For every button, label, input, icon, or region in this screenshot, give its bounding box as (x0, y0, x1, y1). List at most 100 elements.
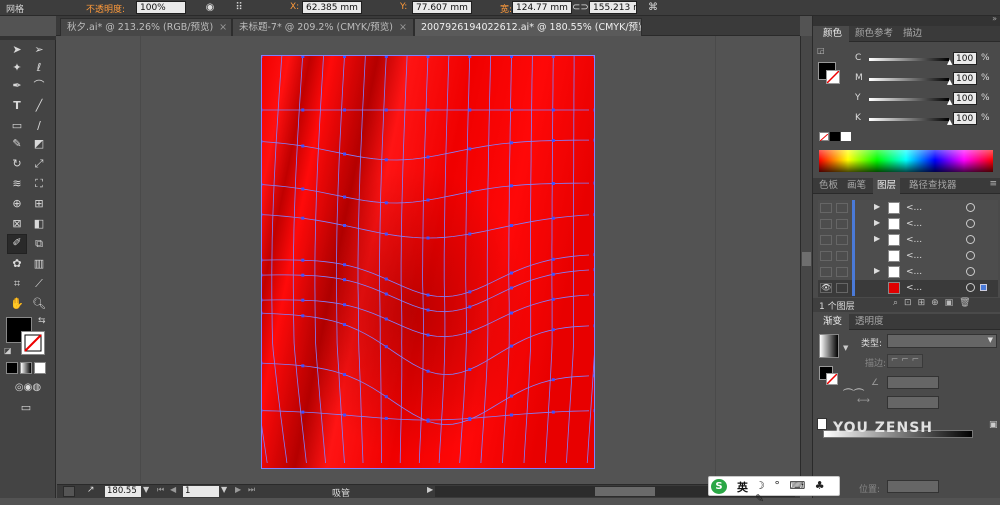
ime-tools-icon[interactable]: ☽ ° ⌨ ♣ ✎ (755, 479, 839, 505)
mesh-point[interactable] (510, 271, 513, 275)
target-icon[interactable] (966, 283, 975, 292)
mesh-point[interactable] (384, 158, 388, 162)
mesh-point[interactable] (301, 258, 305, 262)
mesh-point[interactable] (384, 232, 388, 236)
mesh-point[interactable] (343, 373, 346, 377)
curvature-tool-icon[interactable]: ⌒ (31, 78, 47, 94)
mesh-point[interactable] (343, 108, 346, 112)
mesh-point[interactable] (426, 155, 430, 159)
target-icon[interactable] (966, 251, 975, 260)
yellow-slider[interactable] (869, 98, 949, 101)
width-tool-icon[interactable]: ≋ (9, 176, 25, 192)
free-transform-icon[interactable]: ⛶ (31, 176, 47, 192)
magenta-value-field[interactable]: 100 (953, 72, 977, 85)
visibility-icon[interactable] (820, 219, 832, 229)
ime-language-label[interactable]: 英 (737, 479, 748, 495)
perspective-grid-icon[interactable]: ⊞ (31, 196, 47, 212)
lock-toggle[interactable] (836, 267, 848, 277)
mesh-point[interactable] (426, 108, 430, 112)
mesh-point[interactable] (426, 198, 430, 202)
width-label[interactable]: 宽: (500, 2, 512, 15)
mesh-point[interactable] (551, 378, 555, 382)
mesh-point[interactable] (343, 263, 346, 267)
mesh-point[interactable] (426, 418, 430, 422)
layer-row[interactable]: ▶ <... (818, 200, 998, 217)
mesh-point[interactable] (510, 141, 513, 145)
zoom-dropdown-icon[interactable]: ▼ (143, 485, 149, 494)
lock-toggle[interactable] (836, 235, 848, 245)
close-icon[interactable]: × (219, 22, 227, 33)
layer-name[interactable]: <... (906, 280, 922, 296)
mesh-point[interactable] (551, 257, 555, 261)
collapse-icon[interactable]: » (992, 14, 997, 23)
zoom-field[interactable]: 180.55 (105, 486, 141, 497)
mesh-point[interactable] (426, 369, 430, 373)
type-select[interactable]: ▼ (887, 334, 997, 348)
black-value-field[interactable]: 100 (953, 112, 977, 125)
scale-tool-icon[interactable]: ⤢ (31, 156, 47, 172)
target-icon[interactable] (966, 219, 975, 228)
none-swatch[interactable] (819, 132, 829, 142)
mesh-point[interactable] (343, 278, 346, 282)
mesh-point[interactable] (510, 311, 513, 315)
mesh-point[interactable] (510, 224, 513, 227)
mesh-point[interactable] (510, 184, 513, 188)
mesh-point[interactable] (551, 139, 555, 142)
mesh-point[interactable] (510, 286, 513, 290)
status-menu-icon[interactable] (63, 486, 75, 497)
screen-mode-icon[interactable]: ▭ (18, 400, 34, 416)
layer-row[interactable]: ▶ <... (818, 216, 998, 233)
layer-name[interactable]: <... (906, 264, 922, 280)
mesh-point[interactable] (384, 345, 388, 349)
gradient-tool-icon[interactable]: ◧ (31, 216, 47, 232)
mesh-point[interactable] (468, 368, 472, 371)
visibility-icon[interactable] (820, 235, 832, 245)
mesh-point[interactable] (468, 147, 472, 151)
gradient-preview[interactable] (819, 334, 839, 358)
rotate-tool-icon[interactable]: ↻ (9, 156, 25, 172)
swap-fill-stroke-icon[interactable]: ⇆ (38, 316, 46, 326)
lock-toggle[interactable] (836, 203, 848, 213)
mesh-point[interactable] (468, 232, 472, 236)
artboard-dropdown-icon[interactable]: ▼ (221, 485, 227, 494)
position-field[interactable] (887, 480, 939, 493)
toolbar-grip[interactable] (0, 36, 56, 40)
opacity-field[interactable]: 100% (136, 1, 186, 14)
layer-row[interactable]: ▶ <... (818, 264, 998, 281)
type-tool-icon[interactable]: T (9, 98, 25, 114)
prev-artboard-icon[interactable]: ◀ (170, 485, 176, 494)
tab-color[interactable]: 颜色 (813, 26, 849, 42)
stroke-swatch[interactable] (21, 331, 45, 355)
mesh-point[interactable] (426, 293, 430, 297)
zoom-tool-icon[interactable]: 🔍︎ (31, 296, 47, 312)
opacity-label[interactable]: 不透明度: (86, 2, 125, 15)
mesh-point[interactable] (551, 410, 555, 414)
none-mode-icon[interactable] (34, 362, 46, 374)
mesh-point[interactable] (301, 187, 305, 191)
layer-name[interactable]: <... (906, 248, 922, 264)
blend-tool-icon[interactable]: ⧉ (31, 236, 47, 252)
tab-autumn[interactable]: 秋夕.ai* @ 213.26% (RGB/预览) × (60, 18, 232, 36)
height-field[interactable]: 155.213 m (589, 1, 637, 14)
mesh-point[interactable] (301, 216, 305, 220)
symbol-sprayer-icon[interactable]: ✿ (9, 256, 25, 272)
white-swatch[interactable] (841, 132, 851, 141)
color-spectrum[interactable] (819, 150, 993, 172)
last-artboard-icon[interactable]: ⏭ (248, 485, 255, 495)
layer-row[interactable]: ▶ <... (818, 232, 998, 249)
mesh-point[interactable] (343, 323, 346, 327)
constrain-link-icon[interactable]: ⊂⊃ (572, 1, 589, 14)
rectangle-tool-icon[interactable]: ▭ (9, 118, 25, 134)
width-field[interactable]: 124.77 mm (512, 1, 572, 14)
target-icon[interactable] (966, 267, 975, 276)
gradient-stroke-swatch[interactable] (826, 373, 838, 385)
mesh-point[interactable] (301, 108, 305, 112)
sogou-logo-icon[interactable]: S (711, 479, 727, 494)
mesh-point[interactable] (384, 395, 388, 399)
scroll-thumb[interactable] (802, 252, 811, 266)
magenta-slider[interactable] (869, 78, 949, 81)
mesh-tool-icon[interactable]: ⊠ (9, 216, 25, 232)
panel-menu-icon[interactable]: ≡ (989, 179, 997, 189)
angle-field[interactable] (887, 376, 939, 389)
mesh-point[interactable] (301, 410, 305, 414)
